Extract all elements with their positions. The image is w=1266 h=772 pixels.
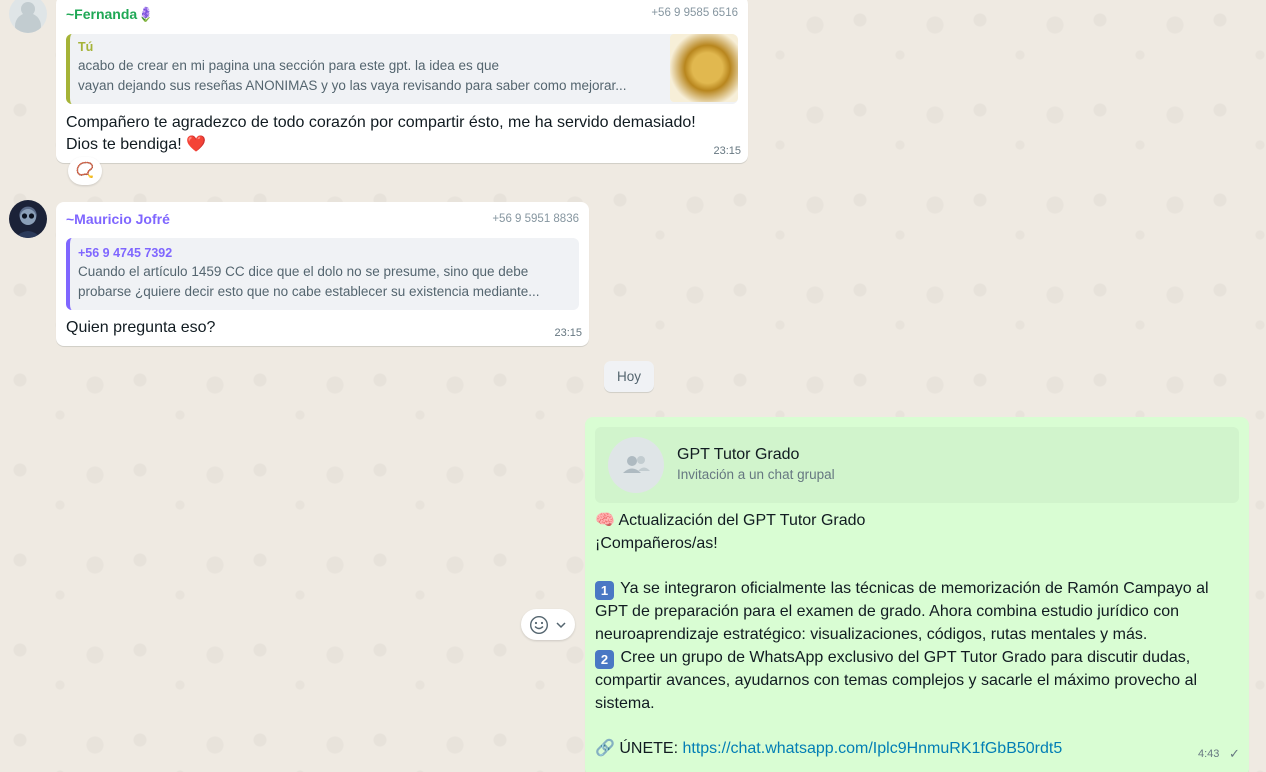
message-text-line: ¡Compañeros/as! bbox=[595, 533, 718, 555]
sender-name[interactable]: ~Mauricio Jofré bbox=[66, 211, 170, 227]
invite-group-name: GPT Tutor Grado bbox=[677, 446, 800, 463]
message-text-line: Compañero te agradezco de todo corazón p… bbox=[66, 114, 696, 131]
people-icon bbox=[623, 456, 650, 473]
message-text-line: GPT de preparación para el examen de gra… bbox=[595, 603, 1180, 620]
message-text-line: 🔗 ÚNETE: https://chat.whatsapp.com/Iplc9… bbox=[595, 738, 1062, 760]
item2-text: Cree un grupo de WhatsApp exclusivo del … bbox=[620, 649, 1191, 666]
quote-thumbnail-image bbox=[670, 34, 738, 102]
greeting-text: ¡Compañeros/as! bbox=[595, 535, 718, 552]
message-text: Quien pregunta eso? bbox=[66, 319, 216, 336]
message-text-line: 2 Cree un grupo de WhatsApp exclusivo de… bbox=[595, 647, 1190, 669]
sender-phone: +56 9 9585 6516 bbox=[651, 7, 738, 19]
item1-text: Ya se integraron oficialmente las técnic… bbox=[620, 580, 1209, 597]
message-text-line: 1 Ya se integraron oficialmente las técn… bbox=[595, 578, 1209, 600]
sender-name[interactable]: ~Fernanda🪻 bbox=[66, 6, 155, 23]
message-text-line: sistema. bbox=[595, 695, 655, 712]
message-text-line: 🧠 Actualización del GPT Tutor Grado bbox=[595, 510, 865, 532]
message-time: 23:15 bbox=[713, 145, 741, 157]
avatar[interactable] bbox=[9, 200, 47, 238]
message-time: 23:15 bbox=[554, 327, 582, 339]
message-reaction[interactable]: 📿 bbox=[68, 157, 102, 185]
outgoing-message-bubble[interactable]: GPT Tutor Grado Invitación a un chat gru… bbox=[585, 417, 1249, 772]
keycap-1-icon: 1 bbox=[595, 581, 614, 600]
quoted-message[interactable]: Tú acabo de crear en mi pagina una secci… bbox=[66, 34, 738, 104]
date-separator: Hoy bbox=[604, 361, 654, 392]
react-button[interactable] bbox=[521, 609, 575, 640]
message-time: 4:43 bbox=[1198, 748, 1220, 760]
group-icon bbox=[608, 437, 664, 493]
quoted-message[interactable]: +56 9 4745 7392 Cuando el artículo 1459 … bbox=[66, 238, 579, 310]
avatar-photo-icon bbox=[15, 209, 41, 238]
quote-text-line: Cuando el artículo 1459 CC dice que el d… bbox=[78, 264, 529, 279]
sender-phone: +56 9 5951 8836 bbox=[492, 213, 579, 225]
quote-author: Tú bbox=[78, 40, 94, 54]
heading-text: 🧠 Actualización del GPT Tutor Grado bbox=[595, 512, 866, 529]
message-bubble-fernanda[interactable]: ~Fernanda🪻 +56 9 9585 6516 Tú acabo de c… bbox=[56, 0, 748, 163]
message-text-line: Dios te bendiga! ❤️ bbox=[66, 136, 206, 153]
quote-author: +56 9 4745 7392 bbox=[78, 246, 173, 260]
chevron-down-icon bbox=[556, 621, 566, 628]
group-invite-card[interactable]: GPT Tutor Grado Invitación a un chat gru… bbox=[595, 427, 1239, 503]
quote-text-line: probarse ¿quiere decir esto que no cabe … bbox=[78, 284, 540, 299]
message-text-line: compartir avances, ayudarnos con temas c… bbox=[595, 672, 1198, 689]
join-label: 🔗 ÚNETE: bbox=[595, 740, 683, 757]
keycap-2-icon: 2 bbox=[595, 650, 614, 669]
message-text-line: neuroaprendizaje estratégico: visualizac… bbox=[595, 626, 1148, 643]
message-bubble-mauricio[interactable]: ~Mauricio Jofré +56 9 5951 8836 +56 9 47… bbox=[56, 202, 589, 346]
sent-check-icon: ✓ bbox=[1229, 746, 1240, 761]
group-invite-link[interactable]: https://chat.whatsapp.com/Iplc9HnmuRK1fG… bbox=[682, 740, 1062, 757]
quote-text-line: vayan dejando sus reseñas ANONIMAS y yo … bbox=[78, 78, 627, 93]
quote-text-line: acabo de crear en mi pagina una sección … bbox=[78, 58, 500, 73]
invite-subtitle: Invitación a un chat grupal bbox=[677, 467, 835, 482]
smiley-icon bbox=[529, 615, 549, 634]
